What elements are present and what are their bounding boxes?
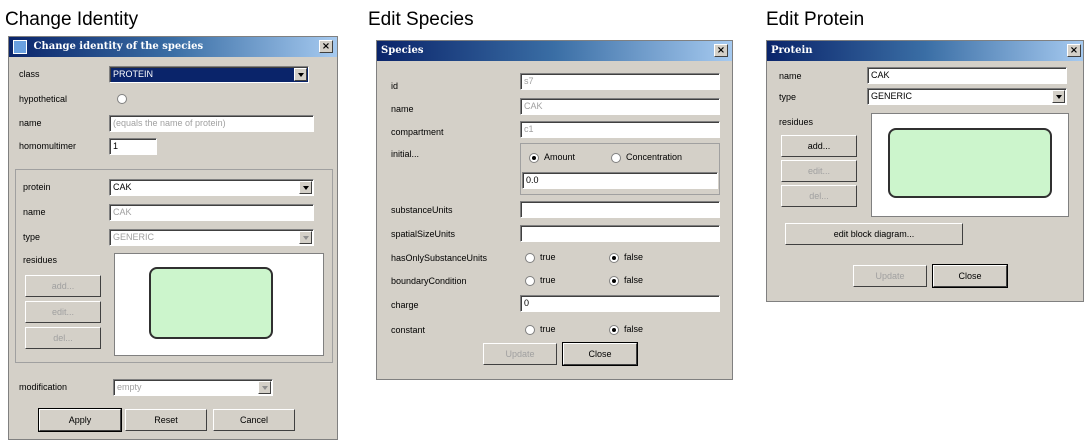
window-title: Protein [771, 45, 813, 56]
edit-species-dialog: Species × id s7 name CAK compartment c1 … [376, 40, 733, 380]
boundary-false-radio[interactable] [609, 276, 619, 286]
homomultimer-label: homomultimer [19, 141, 77, 151]
has-only-substance-units-label: hasOnlySubstanceUnits [391, 253, 488, 263]
close-icon[interactable]: × [714, 44, 728, 57]
cancel-button[interactable]: Cancel [213, 409, 295, 431]
has-only-false-radio[interactable] [609, 253, 619, 263]
protein-label: protein [23, 182, 51, 192]
apply-button[interactable]: Apply [38, 408, 122, 432]
caption-change-identity: Change Identity [5, 9, 139, 30]
type-value: GENERIC [871, 91, 913, 101]
name-input[interactable]: CAK [520, 98, 720, 115]
reset-button[interactable]: Reset [125, 409, 207, 431]
protein-name-label: name [23, 207, 46, 217]
boundary-true-radio[interactable] [525, 276, 535, 286]
concentration-radio[interactable] [611, 153, 621, 163]
modification-label: modification [19, 382, 68, 392]
spatial-size-units-label: spatialSizeUnits [391, 229, 456, 239]
type-value: GENERIC [113, 232, 155, 242]
del-residue-button[interactable]: del... [781, 185, 857, 207]
amount-label: Amount [544, 152, 576, 162]
update-button[interactable]: Update [483, 343, 557, 365]
protein-shape [149, 267, 273, 339]
constant-true-radio[interactable] [525, 325, 535, 335]
title-bar: Species [377, 41, 732, 61]
has-only-true-radio[interactable] [525, 253, 535, 263]
false-label: false [624, 252, 644, 262]
residues-label: residues [779, 117, 814, 127]
initial-label: initial... [391, 149, 420, 159]
protein-shape [888, 128, 1052, 198]
constant-label: constant [391, 325, 426, 335]
class-label: class [19, 69, 40, 79]
name-label: name [391, 104, 414, 114]
true-label: true [540, 252, 556, 262]
amount-radio[interactable] [529, 153, 539, 163]
title-bar: Change identity of the species [9, 37, 337, 57]
add-residue-button[interactable]: add... [25, 275, 101, 297]
id-label: id [391, 81, 399, 91]
caption-edit-species: Edit Species [368, 9, 474, 30]
substance-units-input[interactable] [520, 201, 720, 218]
compartment-input[interactable]: c1 [520, 121, 720, 138]
chevron-down-icon[interactable] [299, 231, 312, 244]
type-select[interactable]: GENERIC [867, 88, 1067, 105]
id-input[interactable]: s7 [520, 73, 720, 90]
class-select[interactable]: PROTEIN [109, 66, 309, 83]
charge-label: charge [391, 300, 419, 310]
hypothetical-radio[interactable] [117, 94, 127, 104]
chevron-down-icon[interactable] [1052, 90, 1065, 103]
name-input[interactable]: CAK [867, 67, 1067, 84]
close-icon[interactable]: × [319, 40, 333, 53]
false-label: false [624, 324, 644, 334]
edit-block-diagram-button[interactable]: edit block diagram... [785, 223, 963, 245]
name-input[interactable]: (equals the name of protein) [109, 115, 314, 132]
type-label: type [23, 232, 41, 242]
type-select[interactable]: GENERIC [109, 229, 314, 246]
true-label: true [540, 275, 556, 285]
add-residue-button[interactable]: add... [781, 135, 857, 157]
protein-value: CAK [113, 182, 132, 192]
chevron-down-icon[interactable] [258, 381, 271, 394]
residue-diagram [114, 253, 324, 356]
caption-edit-protein: Edit Protein [766, 9, 865, 30]
compartment-label: compartment [391, 127, 444, 137]
del-residue-button[interactable]: del... [25, 327, 101, 349]
protein-name-input[interactable]: CAK [109, 204, 314, 221]
boundary-condition-label: boundaryCondition [391, 276, 467, 286]
class-value: PROTEIN [113, 69, 154, 79]
true-label: true [540, 324, 556, 334]
modification-value: empty [117, 382, 142, 392]
close-icon[interactable]: × [1067, 44, 1081, 57]
window-icon [13, 40, 27, 54]
name-label: name [19, 118, 42, 128]
modification-select[interactable]: empty [113, 379, 273, 396]
constant-false-radio[interactable] [609, 325, 619, 335]
window-title: Change identity of the species [33, 41, 204, 52]
chevron-down-icon[interactable] [299, 181, 312, 194]
concentration-label: Concentration [626, 152, 683, 162]
spatial-size-units-input[interactable] [520, 225, 720, 242]
edit-residue-button[interactable]: edit... [25, 301, 101, 323]
false-label: false [624, 275, 644, 285]
name-label: name [779, 71, 802, 81]
residues-label: residues [23, 255, 58, 265]
edit-protein-dialog: Protein × name CAK type GENERIC residues… [766, 40, 1084, 302]
initial-value-input[interactable]: 0.0 [522, 172, 718, 189]
type-label: type [779, 92, 797, 102]
substance-units-label: substanceUnits [391, 205, 453, 215]
window-title: Species [381, 45, 424, 56]
chevron-down-icon[interactable] [294, 68, 307, 81]
edit-residue-button[interactable]: edit... [781, 160, 857, 182]
close-button[interactable]: Close [562, 342, 638, 366]
homomultimer-input[interactable]: 1 [109, 138, 157, 155]
protein-select[interactable]: CAK [109, 179, 314, 196]
update-button[interactable]: Update [853, 265, 927, 287]
residue-diagram [871, 113, 1069, 217]
close-button[interactable]: Close [932, 264, 1008, 288]
change-identity-dialog: Change identity of the species × class P… [8, 36, 338, 440]
hypothetical-label: hypothetical [19, 94, 68, 104]
title-bar: Protein [767, 41, 1083, 61]
charge-input[interactable]: 0 [520, 295, 720, 312]
